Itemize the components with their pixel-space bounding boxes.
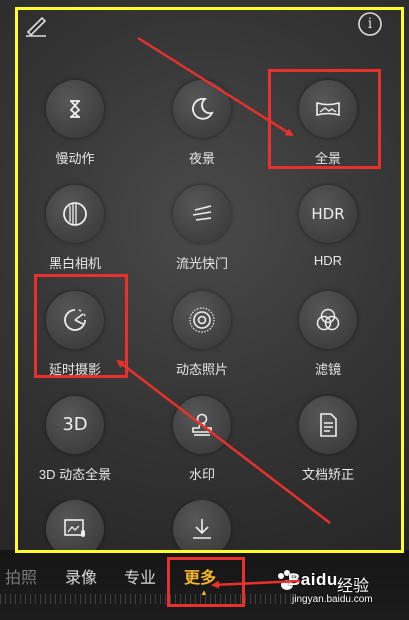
mode-circle <box>299 396 357 454</box>
mode-document[interactable]: 文档矫正 <box>278 396 378 506</box>
mode-label: 滤镜 <box>314 362 341 377</box>
moon-icon <box>192 97 214 120</box>
mode-label: 流光快门 <box>175 256 228 271</box>
tab-photo[interactable]: 拍照 <box>5 564 37 588</box>
live-photo-icon <box>189 307 215 333</box>
mode-photo-audio[interactable] <box>25 500 125 550</box>
mode-label: 黑白相机 <box>48 256 101 271</box>
filter-icon <box>316 308 340 331</box>
mode-label: HDR <box>313 253 343 268</box>
light-trail-icon <box>192 205 212 221</box>
mode-circle <box>173 80 231 138</box>
mode-circle <box>46 80 104 138</box>
watermark-brand: Baidu <box>288 570 338 589</box>
mode-label: 慢动作 <box>55 151 95 166</box>
mode-label: 3D 动态全景 <box>38 467 112 482</box>
mode-3d-panorama[interactable]: 3D 3D 动态全景 <box>25 396 125 506</box>
hourglass-icon <box>69 100 81 118</box>
annotation-box-more-tab <box>167 557 245 607</box>
document-icon <box>320 413 337 437</box>
mode-circle <box>173 291 231 349</box>
mode-circle <box>173 500 231 550</box>
mode-circle <box>173 396 231 454</box>
mode-circle <box>46 185 104 243</box>
download-icon <box>193 519 211 539</box>
mode-filter[interactable]: 滤镜 <box>278 291 378 401</box>
watermark-url: jingyan.baidu.com <box>292 594 373 605</box>
mode-circle: HDR <box>299 185 357 243</box>
mode-circle <box>46 500 104 550</box>
tab-video[interactable]: 录像 <box>65 564 97 588</box>
mode-circle: 3D <box>46 396 104 454</box>
mode-hdr[interactable]: HDR HDR <box>278 185 378 295</box>
mode-label: 水印 <box>188 467 215 482</box>
mono-lens-icon <box>63 202 87 226</box>
photo-audio-icon <box>64 519 85 537</box>
baidu-watermark: Baidu 经验 jingyan.baidu.com <box>250 566 405 616</box>
mode-light-trail[interactable]: 流光快门 <box>152 185 252 295</box>
annotation-box-panorama <box>268 69 381 169</box>
3d-icon: 3D <box>62 414 88 435</box>
mode-circle <box>173 185 231 243</box>
mode-label: 文档矫正 <box>301 467 354 482</box>
hdr-icon: HDR <box>311 205 345 223</box>
mode-label: 夜景 <box>188 151 215 166</box>
mode-download[interactable] <box>152 500 252 550</box>
annotation-box-timelapse <box>34 274 128 378</box>
mode-watermark[interactable]: 水印 <box>152 396 252 506</box>
watermark-sub: 经验 <box>337 578 370 595</box>
mode-label: 动态照片 <box>175 362 228 377</box>
mode-circle <box>299 291 357 349</box>
stamp-icon <box>192 413 212 436</box>
mode-night[interactable]: 夜景 <box>152 80 252 190</box>
mode-slow-motion[interactable]: 慢动作 <box>25 80 125 190</box>
tab-pro[interactable]: 专业 <box>124 564 156 588</box>
mode-live-photo[interactable]: 动态照片 <box>152 291 252 401</box>
